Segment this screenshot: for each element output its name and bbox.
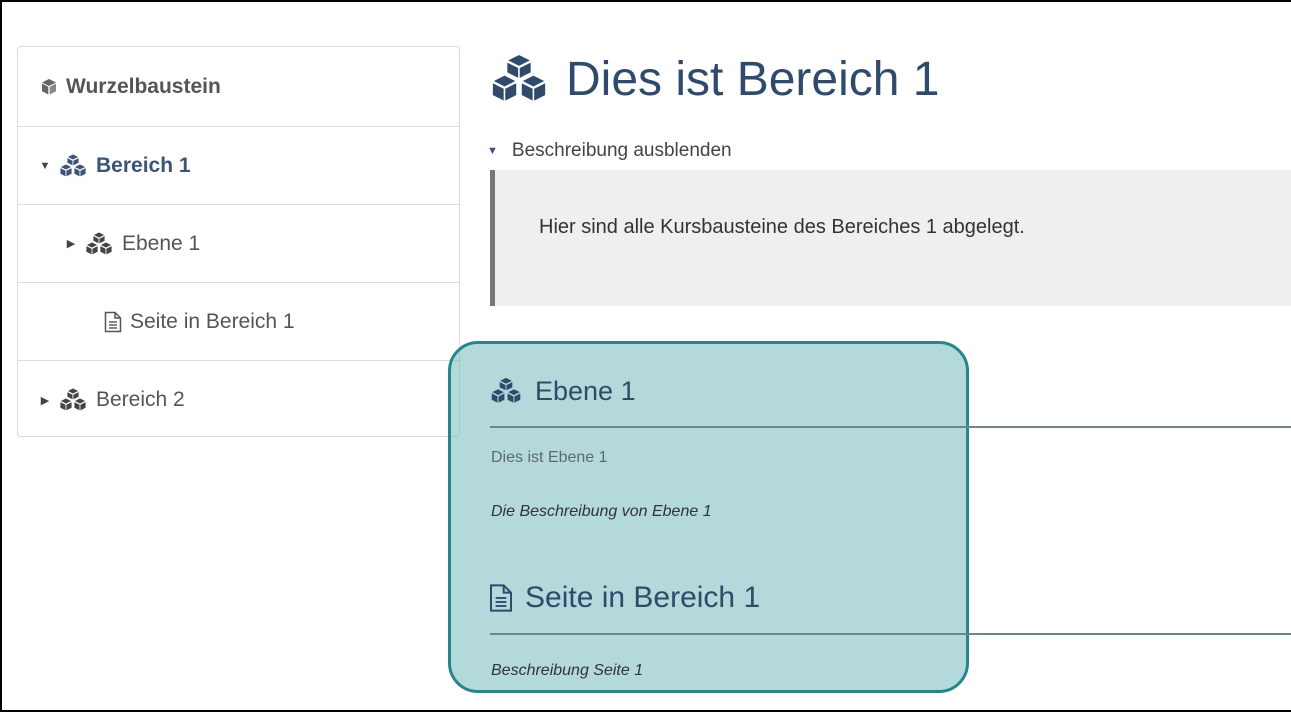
- sidebar-item-bereich-2[interactable]: ▶ Bereich 2: [18, 361, 459, 439]
- description-toggle[interactable]: ▼ Beschreibung ausblenden: [487, 136, 732, 166]
- sidebar-item-label: Bereich 1: [96, 153, 191, 177]
- caret-down-icon: ▼: [487, 145, 498, 157]
- child-title-seite-in-bereich-1[interactable]: Seite in Bereich 1: [489, 578, 760, 618]
- page-icon: [104, 311, 122, 333]
- sidebar-item-ebene-1[interactable]: ▶ Ebene 1: [18, 205, 459, 283]
- description-text: Hier sind alle Kursbausteine des Bereich…: [539, 216, 1025, 238]
- child-subtitle: Dies ist Ebene 1: [491, 449, 608, 466]
- description-toggle-label: Beschreibung ausblenden: [511, 140, 732, 161]
- cubes-icon: [84, 231, 114, 257]
- cubes-icon: [488, 52, 550, 106]
- sidebar-item-label: Bereich 2: [96, 388, 185, 411]
- cubes-icon: [58, 387, 88, 413]
- sidebar-item-label: Ebene 1: [122, 231, 201, 255]
- page-title: Dies ist Bereich 1: [488, 44, 939, 114]
- page-icon: [489, 583, 513, 613]
- cubes-icon: [58, 153, 88, 179]
- child-title-ebene-1[interactable]: Ebene 1: [489, 370, 636, 412]
- sidebar-item-bereich-1[interactable]: ▼ Bereich 1: [18, 127, 459, 205]
- page-title-text: Dies ist Bereich 1: [566, 52, 940, 106]
- sidebar-item-label: Seite in Bereich 1: [130, 309, 295, 333]
- caret-down-icon[interactable]: ▼: [38, 160, 52, 172]
- sidebar-item-seite-in-bereich-1[interactable]: Seite in Bereich 1: [18, 283, 459, 361]
- cube-icon: [40, 78, 58, 96]
- child-description: Beschreibung Seite 1: [491, 662, 644, 679]
- child-title-text: Ebene 1: [535, 375, 636, 406]
- child-title-text: Seite in Bereich 1: [525, 581, 761, 614]
- sidebar-item-wurzelbaustein[interactable]: Wurzelbaustein: [18, 47, 459, 127]
- caret-right-icon[interactable]: ▶: [38, 394, 52, 407]
- sidebar-item-label: Wurzelbaustein: [66, 74, 221, 98]
- description-box: Hier sind alle Kursbausteine des Bereich…: [490, 170, 1291, 306]
- child-description: Die Beschreibung von Ebene 1: [491, 503, 712, 520]
- divider: [490, 633, 1291, 635]
- course-sidebar: Wurzelbaustein ▼ Bereich 1 ▶ Ebene 1 Sei…: [17, 46, 460, 437]
- caret-right-icon[interactable]: ▶: [64, 237, 78, 250]
- cubes-icon: [489, 376, 523, 406]
- divider: [490, 426, 1291, 428]
